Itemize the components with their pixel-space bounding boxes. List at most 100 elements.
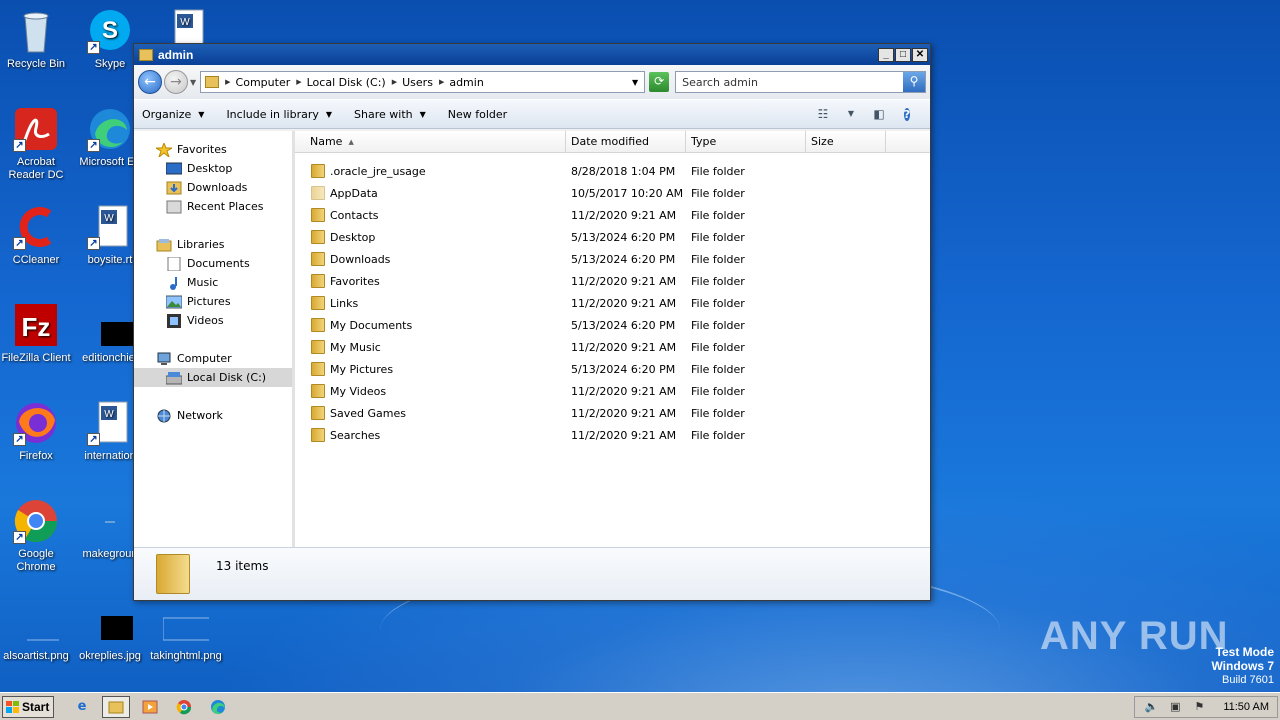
chevron-down-icon: ▼	[325, 109, 333, 119]
explorer-window[interactable]: admin _ □ ✕ ← → ▼ ▶ Computer ▶ Local Disk …	[133, 43, 931, 601]
chevron-right-icon[interactable]: ▶	[392, 78, 397, 86]
svg-text:S: S	[102, 17, 118, 44]
preview-pane-icon[interactable]: ◧	[870, 106, 888, 122]
nav-videos[interactable]: Videos	[134, 311, 292, 330]
back-button[interactable]: ←	[138, 70, 162, 94]
share-with-button[interactable]: Share with ▼	[354, 108, 426, 121]
acrobat-icon: ↗	[13, 106, 59, 152]
nav-favorites[interactable]: Favorites	[134, 140, 292, 159]
search-input[interactable]: Search admin ⚲	[675, 71, 926, 93]
column-header-type[interactable]: Type	[686, 131, 806, 153]
table-row[interactable]: Downloads 5/13/2024 6:20 PM File folder	[295, 248, 930, 270]
chevron-right-icon[interactable]: ▶	[296, 78, 301, 86]
minimize-button[interactable]: _	[878, 47, 894, 62]
nav-libraries[interactable]: Libraries	[134, 235, 292, 254]
address-dropdown-icon[interactable]: ▼	[632, 78, 638, 87]
pictures-icon	[165, 295, 183, 309]
file-type: File folder	[691, 164, 745, 178]
column-header-date[interactable]: Date modified	[566, 131, 686, 153]
edge-taskbar-icon[interactable]	[204, 696, 232, 718]
share-with-label: Share with	[354, 107, 413, 121]
chrome-taskbar-icon[interactable]	[170, 696, 198, 718]
breadcrumb-admin[interactable]: admin	[449, 76, 483, 89]
chevron-down-icon[interactable]: ▼	[842, 106, 860, 122]
file-type: File folder	[691, 296, 745, 310]
table-row[interactable]: My Documents 5/13/2024 6:20 PM File folder	[295, 314, 930, 336]
desktop-icon-okreplies[interactable]: okreplies.jpg	[74, 600, 147, 663]
start-button[interactable]: Start	[2, 695, 54, 718]
nav-network-label: Network	[177, 409, 223, 422]
command-toolbar: Organize ▼ Include in library ▼ Share with…	[134, 99, 930, 129]
nav-computer[interactable]: Computer	[134, 349, 292, 368]
internet-explorer-icon[interactable]: e	[68, 696, 96, 718]
file-name: My Videos	[330, 384, 387, 398]
volume-icon[interactable]: 🔈	[1143, 700, 1159, 714]
nav-music[interactable]: Music	[134, 273, 292, 292]
nav-recent-places[interactable]: Recent Places	[134, 197, 292, 216]
window-title: admin	[158, 47, 194, 62]
window-titlebar[interactable]: admin _ □ ✕	[134, 44, 930, 65]
nav-desktop[interactable]: Desktop	[134, 159, 292, 178]
nav-local-disk[interactable]: Local Disk (C:)	[134, 368, 292, 387]
chevron-right-icon[interactable]: ▶	[439, 78, 444, 86]
file-name: Searches	[330, 428, 381, 442]
table-row[interactable]: .oracle_jre_usage 8/28/2018 1:04 PM File f…	[295, 160, 930, 182]
view-options-icon[interactable]: ☷	[814, 106, 832, 122]
nav-downloads[interactable]: Downloads	[134, 178, 292, 197]
table-row[interactable]: Desktop 5/13/2024 6:20 PM File folder	[295, 226, 930, 248]
table-row[interactable]: My Music 11/2/2020 9:21 AM File folder	[295, 336, 930, 358]
breadcrumb-local-disk[interactable]: Local Disk (C:)	[307, 76, 386, 89]
recent-pages-dropdown-icon[interactable]: ▼	[190, 78, 196, 87]
file-date: 11/2/2020 9:21 AM	[571, 274, 677, 288]
action-center-flag-icon[interactable]: ⚑	[1191, 700, 1207, 714]
help-icon[interactable]: ?	[903, 108, 911, 121]
table-row[interactable]: Searches 11/2/2020 9:21 AM File folder	[295, 424, 930, 446]
network-tray-icon[interactable]: ▣	[1167, 700, 1183, 714]
file-name: Desktop	[330, 230, 376, 244]
table-row[interactable]: Favorites 11/2/2020 9:21 AM File folder	[295, 270, 930, 292]
include-in-library-button[interactable]: Include in library ▼	[226, 108, 332, 121]
desktop-icon-chrome[interactable]: ↗ Google Chrome	[0, 498, 72, 574]
media-player-icon[interactable]	[136, 696, 164, 718]
desktop-icon-label: okreplies.jpg	[79, 650, 141, 662]
desktop-icon-acrobat[interactable]: ↗ Acrobat Reader DC	[0, 106, 72, 182]
desktop-icon-takinghtml[interactable]: takinghtml.png	[150, 600, 222, 663]
chevron-right-icon[interactable]: ▶	[225, 78, 230, 86]
forward-button[interactable]: →	[164, 70, 188, 94]
cell-name: Downloads	[295, 252, 566, 266]
refresh-button[interactable]: ⟳	[649, 72, 670, 92]
desktop-icon-ccleaner[interactable]: ↗ CCleaner	[0, 204, 72, 267]
nav-pictures[interactable]: Pictures	[134, 292, 292, 311]
new-folder-button[interactable]: New folder	[448, 108, 507, 121]
firefox-icon: ↗	[13, 400, 59, 446]
image-file-icon	[87, 498, 133, 544]
breadcrumb-computer[interactable]: Computer	[236, 76, 291, 89]
table-row[interactable]: Saved Games 11/2/2020 9:21 AM File folder	[295, 402, 930, 424]
table-row[interactable]: AppData 10/5/2017 10:20 AM File folder	[295, 182, 930, 204]
nav-network[interactable]: Network	[134, 406, 292, 425]
column-header-name[interactable]: Name ▲	[295, 131, 566, 153]
table-row[interactable]: Contacts 11/2/2020 9:21 AM File folder	[295, 204, 930, 226]
close-button[interactable]: ✕	[912, 47, 928, 62]
file-date: 11/2/2020 9:21 AM	[571, 406, 677, 420]
details-pane: 13 items	[134, 547, 930, 600]
desktop-icon-filezilla[interactable]: Fz FileZilla Client	[0, 302, 72, 365]
nav-documents[interactable]: Documents	[134, 254, 292, 273]
address-bar[interactable]: ▶ Computer ▶ Local Disk (C:) ▶ Users ▶ admin…	[200, 71, 646, 93]
clock[interactable]: 11:50 AM	[1223, 701, 1269, 713]
breadcrumb-users[interactable]: Users	[402, 76, 433, 89]
cell-name: Desktop	[295, 230, 566, 244]
table-row[interactable]: Links 11/2/2020 9:21 AM File folder	[295, 292, 930, 314]
desktop-icon-alsoartist[interactable]: alsoartist.png	[0, 600, 73, 663]
organize-button[interactable]: Organize ▼	[142, 108, 204, 121]
desktop-icon-firefox[interactable]: ↗ Firefox	[0, 400, 72, 463]
desktop-icon-recycle-bin[interactable]: Recycle Bin	[0, 8, 72, 71]
file-type: File folder	[691, 230, 745, 244]
folder-icon	[311, 164, 325, 178]
table-row[interactable]: My Videos 11/2/2020 9:21 AM File folder	[295, 380, 930, 402]
table-row[interactable]: My Pictures 5/13/2024 6:20 PM File folder	[295, 358, 930, 380]
column-header-size[interactable]: Size	[806, 131, 886, 153]
explorer-taskbar-icon[interactable]	[102, 695, 130, 718]
maximize-button[interactable]: □	[895, 47, 911, 62]
search-icon[interactable]: ⚲	[903, 72, 925, 92]
